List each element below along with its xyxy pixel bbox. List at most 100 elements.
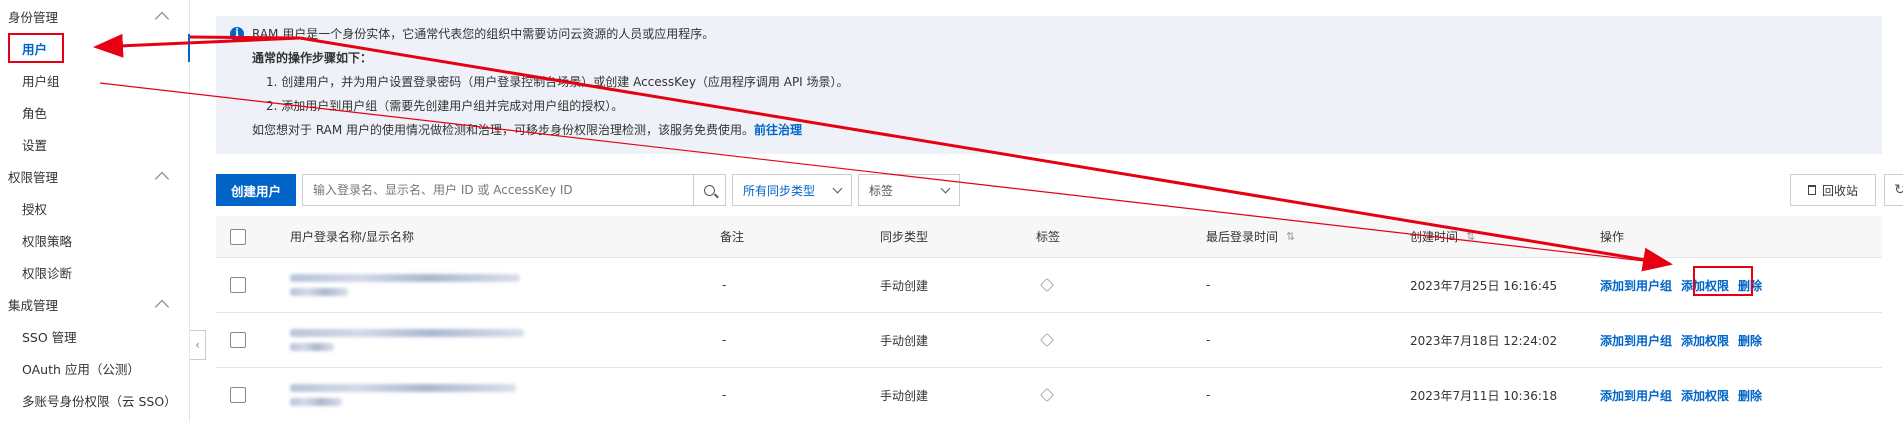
sidebar-item-diagnosis[interactable]: 权限诊断 [0,256,189,288]
sidebar-group-label: 集成管理 [8,297,59,313]
table-row: - 手动创建 - 2023年7月25日 16:16:45 添加到用户组 添加权限… [216,258,1882,313]
table-header: 用户登录名称/显示名称 备注 同步类型 标签 最后登录时间 ⇅ 创建时间 ⇅ 操作 [216,216,1882,258]
recycle-bin-label: 回收站 [1821,183,1858,198]
sidebar-item-label: SSO 管理 [22,329,77,345]
users-table: 用户登录名称/显示名称 备注 同步类型 标签 最后登录时间 ⇅ 创建时间 ⇅ 操作 … [216,216,1882,422]
sidebar-item-roles[interactable]: 角色 [0,96,189,128]
row-sync: 手动创建 [880,333,929,348]
search-input[interactable] [303,175,693,205]
user-name-redacted[interactable] [290,329,524,351]
header-sync: 同步类型 [880,230,929,244]
info-step-1: 1. 创建用户，并为用户设置登录密码（用户登录控制台场景）或创建 AccessK… [266,75,849,89]
row-last-login: - [1206,333,1211,347]
chevron-left-icon: ‹ [195,338,200,352]
governance-link[interactable]: 前往治理 [754,123,802,137]
sidebar-item-grants[interactable]: 授权 [0,192,189,224]
header-last-login-sort[interactable]: 最后登录时间 ⇅ [1206,216,1295,257]
tag-filter-value: 标签 [869,183,894,198]
sidebar-item-label: 授权 [22,201,48,217]
row-checkbox[interactable] [230,387,246,403]
annotation-highlight-users [8,33,64,63]
sidebar-item-label: 角色 [22,105,48,121]
add-to-group-link[interactable]: 添加到用户组 [1600,277,1672,294]
sync-type-value: 所有同步类型 [743,183,816,198]
header-name: 用户登录名称/显示名称 [290,230,415,244]
row-checkbox[interactable] [230,277,246,293]
sidebar-item-label: 多账号身份权限（云 SSO） [22,393,177,409]
sidebar-group-integration[interactable]: 集成管理 [0,288,189,320]
row-sync: 手动创建 [880,388,929,403]
sidebar-item-label: 设置 [22,137,48,153]
search-box [302,174,726,206]
tag-filter-select[interactable]: 标签 [858,174,960,206]
sidebar-item-user-groups[interactable]: 用户组 [0,64,189,96]
header-last-login: 最后登录时间 [1206,230,1279,244]
sidebar-item-label: 用户组 [22,73,60,89]
sidebar-item-cloud-sso[interactable]: 多账号身份权限（云 SSO） [0,384,189,416]
header-note: 备注 [720,230,745,244]
search-button[interactable] [693,175,725,205]
row-created: 2023年7月18日 12:24:02 [1410,333,1558,348]
row-note: - [722,333,727,347]
header-tag: 标签 [1036,230,1061,244]
sort-icon: ⇅ [1286,230,1296,243]
header-ops: 操作 [1600,230,1625,244]
delete-link[interactable]: 删除 [1738,387,1762,404]
sidebar-group-permissions[interactable]: 权限管理 [0,160,189,192]
chevron-down-icon [832,183,843,193]
chevron-up-icon [154,171,170,186]
sidebar-item-label: 权限诊断 [22,265,73,281]
info-panel: i RAM 用户是一个身份实体，它通常代表您的组织中需要访问云资源的人员或应用程… [216,16,1882,154]
annotation-highlight-add-permission [1693,266,1753,296]
row-note: - [722,388,727,402]
add-permission-link[interactable]: 添加权限 [1681,387,1729,404]
toolbar: 创建用户 所有同步类型 标签 回收站 ↻ [216,174,1903,206]
info-icon: i [230,27,244,41]
tag-icon[interactable] [1039,277,1055,293]
add-to-group-link[interactable]: 添加到用户组 [1600,387,1672,404]
info-governance-text: 如您想对于 RAM 用户的使用情况做检测和治理，可移步身份权限治理检测，该服务免… [252,123,755,137]
sidebar-item-sso[interactable]: SSO 管理 [0,320,189,352]
sidebar-item-settings[interactable]: 设置 [0,128,189,160]
trash-icon [1807,185,1816,195]
row-note: - [722,278,727,292]
info-steps-title: 通常的操作步骤如下： [252,51,373,65]
sidebar-group-identity[interactable]: 身份管理 [0,0,189,32]
sidebar-item-oauth[interactable]: OAuth 应用（公测） [0,352,189,384]
row-sync: 手动创建 [880,278,929,293]
add-permission-link[interactable]: 添加权限 [1681,332,1729,349]
row-created: 2023年7月11日 10:36:18 [1410,388,1558,403]
user-name-redacted[interactable] [290,274,520,296]
sidebar-group-label: 权限管理 [8,169,59,185]
sidebar: 身份管理 用户 用户组 角色 设置 权限管理 授权 权限策略 权限诊断 集成管理… [0,0,190,422]
sidebar-collapse-button[interactable]: ‹ [190,330,206,360]
table-row: - 手动创建 - 2023年7月11日 10:36:18 添加到用户组 添加权限… [216,368,1882,422]
chevron-up-icon [154,11,170,26]
info-step-2: 2. 添加用户到用户组（需要先创建用户组并完成对用户组的授权）。 [266,99,624,113]
header-created-sort[interactable]: 创建时间 ⇅ [1410,216,1475,257]
select-all-checkbox[interactable] [230,228,246,245]
chevron-up-icon [154,299,170,314]
table-row: - 手动创建 - 2023年7月18日 12:24:02 添加到用户组 添加权限… [216,313,1882,368]
header-created: 创建时间 [1410,230,1459,244]
tag-icon[interactable] [1039,387,1055,403]
search-icon [704,184,715,196]
row-checkbox[interactable] [230,332,246,348]
sort-icon: ⇅ [1466,230,1476,243]
sidebar-item-policies[interactable]: 权限策略 [0,224,189,256]
refresh-button[interactable]: ↻ [1884,174,1903,206]
info-governance: 如您想对于 RAM 用户的使用情况做检测和治理，可移步身份权限治理检测，该服务免… [252,122,1868,139]
row-created: 2023年7月25日 16:16:45 [1410,278,1558,293]
row-last-login: - [1206,278,1211,292]
recycle-bin-button[interactable]: 回收站 [1790,174,1876,206]
row-last-login: - [1206,388,1211,402]
chevron-down-icon [940,183,951,193]
add-to-group-link[interactable]: 添加到用户组 [1600,332,1672,349]
create-user-button[interactable]: 创建用户 [216,174,296,206]
delete-link[interactable]: 删除 [1738,332,1762,349]
sync-type-select[interactable]: 所有同步类型 [732,174,852,206]
sidebar-item-label: OAuth 应用（公测） [22,361,140,377]
tag-icon[interactable] [1039,332,1055,348]
sidebar-item-label: 权限策略 [22,233,73,249]
user-name-redacted[interactable] [290,384,516,406]
